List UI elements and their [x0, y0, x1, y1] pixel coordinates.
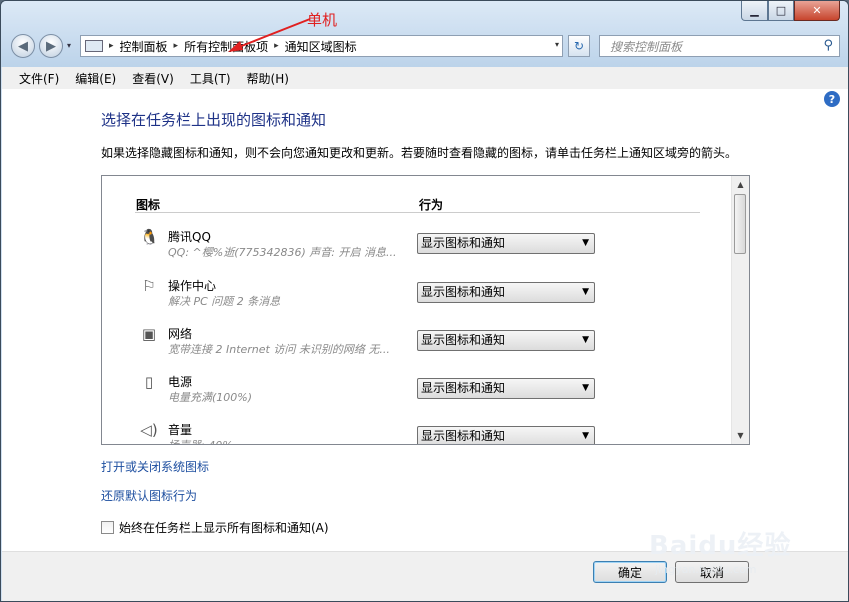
- chevron-down-icon: ▼: [582, 431, 589, 441]
- main-content: ? 选择在任务栏上出现的图标和通知 如果选择隐藏图标和通知，则不会向您通知更改和…: [2, 89, 848, 551]
- item-name: 音量: [168, 423, 193, 437]
- menu-file[interactable]: 文件(F): [19, 70, 59, 87]
- behavior-select[interactable]: 显示图标和通知 ▼: [417, 233, 595, 254]
- scroll-down-icon[interactable]: ▼: [732, 427, 749, 444]
- forward-arrow-icon: ▶: [46, 38, 56, 54]
- list-item: ▣ 网络 宽带连接 2 Internet 访问 未识别的网络 无... 显示图标…: [102, 323, 732, 371]
- system-icons-link[interactable]: 打开或关闭系统图标: [101, 458, 209, 475]
- page-title: 选择在任务栏上出现的图标和通知: [101, 111, 327, 129]
- close-button[interactable]: ✕: [794, 1, 840, 21]
- checkbox-label: 始终在任务栏上显示所有图标和通知(A): [119, 521, 329, 535]
- back-button[interactable]: ◀: [11, 34, 35, 58]
- computer-icon: [85, 40, 103, 52]
- watermark: Baidu经验 jingyan.baidu.com: [649, 525, 801, 585]
- header-divider: [135, 212, 700, 213]
- annotation-arrow-icon: [228, 18, 311, 52]
- flag-icon: ⚐: [142, 277, 156, 295]
- column-header-behavior: 行为: [419, 198, 444, 212]
- search-box[interactable]: ⚲: [599, 35, 840, 57]
- scroll-thumb[interactable]: [734, 194, 746, 254]
- item-name: 腾讯QQ: [168, 230, 211, 244]
- power-icon: ▯: [144, 373, 154, 391]
- menu-view[interactable]: 查看(V): [132, 70, 174, 87]
- page-description: 如果选择隐藏图标和通知，则不会向您通知更改和更新。若要随时查看隐藏的图标，请单击…: [101, 146, 738, 160]
- item-detail: QQ: ^樱%逝(775342836) 声音: 开启 消息...: [168, 246, 397, 259]
- address-bar[interactable]: ▸ 控制面板 ▸ 所有控制面板项 ▸ 通知区域图标 ▾: [80, 35, 563, 57]
- list-item: ▯ 电源 电量充满(100%) 显示图标和通知 ▼: [102, 371, 732, 419]
- help-icon[interactable]: ?: [824, 91, 840, 107]
- menu-edit[interactable]: 编辑(E): [75, 70, 116, 87]
- behavior-value: 显示图标和通知: [421, 285, 506, 299]
- search-icon[interactable]: ⚲: [823, 38, 833, 53]
- menu-help[interactable]: 帮助(H): [247, 70, 289, 87]
- breadcrumb-control-panel[interactable]: 控制面板: [120, 38, 168, 55]
- scroll-up-icon[interactable]: ▲: [732, 176, 749, 193]
- menu-bar: 文件(F) 编辑(E) 查看(V) 工具(T) 帮助(H): [2, 67, 848, 90]
- address-dropdown-icon[interactable]: ▾: [555, 40, 559, 49]
- watermark-brand: Baidu经验: [649, 531, 792, 561]
- notification-icons-list: 图标 行为 🐧 腾讯QQ QQ: ^樱%逝(775342836) 声音: 开启 …: [101, 175, 750, 445]
- behavior-value: 显示图标和通知: [421, 429, 506, 443]
- chevron-down-icon: ▼: [582, 335, 589, 345]
- list-item: ⚐ 操作中心 解决 PC 问题 2 条消息 显示图标和通知 ▼: [102, 275, 732, 323]
- column-header-icon: 图标: [136, 198, 161, 212]
- forward-button[interactable]: ▶: [39, 34, 63, 58]
- item-name: 操作中心: [168, 279, 217, 293]
- menu-tools[interactable]: 工具(T): [190, 70, 231, 87]
- list-item: ◁) 音量 扬声器: 40% 显示图标和通知 ▼: [102, 419, 732, 444]
- behavior-value: 显示图标和通知: [421, 333, 506, 347]
- item-detail: 解决 PC 问题 2 条消息: [168, 295, 281, 308]
- volume-icon: ◁): [140, 421, 158, 439]
- search-input[interactable]: [608, 37, 817, 57]
- behavior-value: 显示图标和通知: [421, 236, 506, 250]
- watermark-url: jingyan.baidu.com: [655, 563, 757, 576]
- title-bar: [1, 1, 848, 67]
- behavior-value: 显示图标和通知: [421, 381, 506, 395]
- behavior-select[interactable]: 显示图标和通知 ▼: [417, 330, 595, 351]
- maximize-button[interactable]: □: [768, 1, 794, 21]
- vertical-scrollbar[interactable]: ▲ ▼: [731, 176, 749, 444]
- list-item: 🐧 腾讯QQ QQ: ^樱%逝(775342836) 声音: 开启 消息... …: [102, 226, 732, 274]
- qq-icon: 🐧: [140, 228, 159, 246]
- chevron-down-icon: ▼: [582, 383, 589, 393]
- item-detail: 宽带连接 2 Internet 访问 未识别的网络 无...: [168, 343, 390, 356]
- refresh-button[interactable]: ↻: [568, 35, 590, 57]
- breadcrumb-separator[interactable]: ▸: [174, 41, 179, 51]
- chevron-down-icon: ▼: [582, 287, 589, 297]
- behavior-select[interactable]: 显示图标和通知 ▼: [417, 378, 595, 399]
- refresh-icon: ↻: [573, 39, 585, 53]
- restore-defaults-link[interactable]: 还原默认图标行为: [101, 487, 197, 504]
- always-show-checkbox[interactable]: 始终在任务栏上显示所有图标和通知(A): [101, 519, 329, 536]
- minimize-button[interactable]: ▁: [741, 1, 768, 21]
- back-arrow-icon: ◀: [18, 38, 28, 54]
- recent-pages-dropdown[interactable]: ▾: [67, 41, 71, 50]
- behavior-select[interactable]: 显示图标和通知 ▼: [417, 282, 595, 303]
- item-detail: 扬声器: 40%: [168, 437, 233, 444]
- checkbox-box[interactable]: [101, 521, 114, 534]
- network-icon: ▣: [141, 325, 157, 343]
- chevron-down-icon: ▼: [582, 238, 589, 248]
- item-name: 网络: [168, 327, 193, 341]
- item-name: 电源: [168, 375, 193, 389]
- item-detail: 电量充满(100%): [168, 391, 253, 404]
- breadcrumb-separator[interactable]: ▸: [109, 41, 114, 51]
- control-panel-window: ▁ □ ✕ ◀ ▶ ▾ ▸ 控制面板 ▸ 所有控制面板项 ▸ 通知区域图标 ▾ …: [0, 0, 849, 602]
- behavior-select[interactable]: 显示图标和通知 ▼: [417, 426, 595, 444]
